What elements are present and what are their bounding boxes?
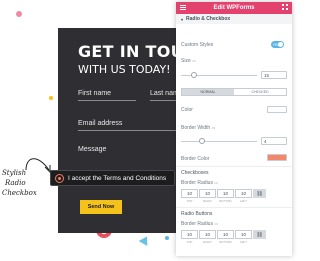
panel-title: Edit WPForms: [213, 5, 255, 11]
monitor-icon: ▭: [211, 125, 216, 130]
monitor-icon: ▭: [214, 221, 219, 226]
radio-radius-right[interactable]: 10: [199, 230, 216, 239]
message-label: Message: [78, 146, 107, 153]
divider: [176, 166, 292, 167]
color-picker[interactable]: [267, 106, 287, 113]
state-tabs: NORMAL CHECKED: [181, 88, 287, 96]
checkbox-border-radius-label: Border Radius ▭: [181, 180, 218, 186]
checkbox-border-radius-text: Border Radius: [181, 180, 213, 186]
first-name-field[interactable]: [78, 100, 136, 101]
checkbox-radius-top[interactable]: 10: [181, 189, 198, 198]
wpforms-editor-panel: Edit WPForms ▾ Radio & Checkbox Custom S…: [176, 2, 292, 256]
radio-radius-bottom[interactable]: 10: [217, 230, 234, 239]
checkbox-radius-right[interactable]: 10: [199, 189, 216, 198]
dim-caption-left: LEFT: [240, 240, 247, 244]
size-value-input[interactable]: 15: [261, 71, 287, 79]
decor-triangle-blue: [138, 234, 152, 246]
terms-radio-option[interactable]: I accept the Terms and Conditions: [50, 170, 175, 186]
link-values-icon[interactable]: ⛓: [253, 230, 266, 239]
dim-caption-top: TOP: [186, 199, 193, 203]
radio-radius-top[interactable]: 10: [181, 230, 198, 239]
first-name-label: First name: [78, 90, 112, 97]
size-slider-handle[interactable]: [191, 72, 197, 78]
grid-apps-icon[interactable]: [281, 4, 288, 12]
monitor-icon: ▭: [192, 58, 196, 63]
section-radio-checkbox[interactable]: ▾ Radio & Checkbox: [176, 14, 292, 24]
border-width-slider-handle[interactable]: [199, 138, 205, 144]
radio-border-radius-label: Border Radius ▭: [181, 221, 218, 227]
hamburger-menu-icon[interactable]: [180, 4, 186, 12]
size-label: Size ▭: [181, 58, 196, 64]
dim-caption-top: TOP: [186, 240, 193, 244]
dim-caption-right: RIGHT: [203, 199, 212, 203]
border-width-slider-track[interactable]: [181, 141, 257, 142]
send-now-button[interactable]: Send Now: [80, 200, 122, 214]
custom-styles-toggle[interactable]: YES: [271, 41, 284, 48]
terms-label: I accept the Terms and Conditions: [68, 174, 167, 182]
border-width-value-input[interactable]: 4: [261, 137, 287, 145]
dim-caption-right: RIGHT: [203, 240, 212, 244]
tab-normal[interactable]: NORMAL: [182, 89, 234, 95]
radio-border-radius-text: Border Radius: [181, 221, 213, 227]
border-color-picker[interactable]: [267, 154, 287, 161]
checkboxes-heading: Checkboxes: [181, 170, 209, 176]
form-subtitle: WITH US TODAY!: [78, 63, 171, 76]
checkbox-radius-inputs: 10 TOP 10 RIGHT 10 BOTTOM 10 LEFT ⛓: [181, 189, 266, 203]
radio-radius-inputs: 10 TOP 10 RIGHT 10 BOTTOM 10 LEFT ⛓: [181, 230, 266, 244]
decor-dot-blue: [165, 236, 169, 240]
custom-styles-label: Custom Styles: [181, 42, 214, 48]
border-width-label: Border Width ▭: [181, 125, 215, 131]
email-label: Email address: [78, 120, 123, 127]
monitor-icon: ▭: [214, 180, 219, 185]
section-title: Radio & Checkbox: [186, 16, 231, 22]
email-field[interactable]: [78, 130, 190, 131]
radio-buttons-heading: Radio Buttons: [181, 211, 213, 217]
tab-checked[interactable]: CHECKED: [234, 89, 286, 95]
radio-radius-left[interactable]: 10: [235, 230, 252, 239]
dim-caption-left: LEFT: [240, 199, 247, 203]
checkbox-radius-bottom[interactable]: 10: [217, 189, 234, 198]
dim-caption-bottom: BOTTOM: [219, 240, 232, 244]
color-label: Color: [181, 107, 193, 113]
checkbox-radius-left[interactable]: 10: [235, 189, 252, 198]
radio-selected-icon[interactable]: [55, 173, 64, 183]
curved-arrow-icon: [25, 158, 51, 174]
decor-dot-pink: [16, 11, 22, 17]
divider: [176, 207, 292, 208]
panel-header: Edit WPForms: [176, 2, 292, 14]
border-width-label-text: Border Width: [181, 125, 211, 131]
size-label-text: Size: [181, 58, 191, 64]
border-color-label: Border Color: [181, 156, 210, 162]
message-field[interactable]: [78, 156, 190, 157]
caret-down-icon: ▾: [181, 16, 184, 22]
decor-dot-yellow: [49, 96, 53, 100]
link-values-icon[interactable]: ⛓: [253, 189, 266, 198]
dim-caption-bottom: BOTTOM: [219, 199, 232, 203]
note-line-3: Checkbox: [2, 189, 37, 197]
